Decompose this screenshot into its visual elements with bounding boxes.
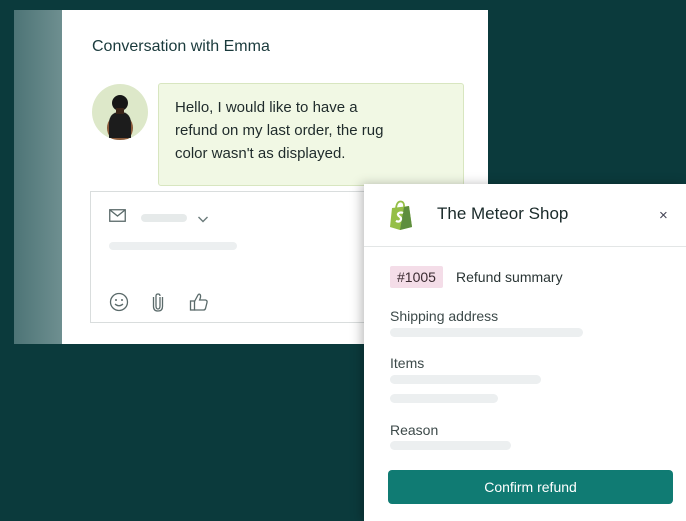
shopify-logo-icon xyxy=(388,200,415,235)
conversation-title: Conversation with Emma xyxy=(92,38,270,55)
reason-placeholder xyxy=(390,441,511,450)
message-line: color wasn't as displayed. xyxy=(175,145,346,162)
background-strip xyxy=(14,10,62,344)
shipping-address-label: Shipping address xyxy=(390,308,499,324)
emoji-icon[interactable] xyxy=(109,292,129,317)
reply-composer[interactable] xyxy=(90,191,390,323)
thumbs-up-icon[interactable] xyxy=(189,292,209,317)
refund-summary-label: Refund summary xyxy=(456,269,563,285)
paperclip-icon[interactable] xyxy=(151,292,165,317)
shipping-address-placeholder xyxy=(390,328,583,337)
confirm-refund-button[interactable]: Confirm refund xyxy=(388,470,673,504)
message-bubble: Hello, I would like to have a refund on … xyxy=(158,83,464,186)
shop-panel: The Meteor Shop × #1005 Refund summary S… xyxy=(364,184,686,521)
item-placeholder xyxy=(390,375,541,384)
item-placeholder xyxy=(390,394,498,403)
items-label: Items xyxy=(390,355,425,371)
order-number-badge: #1005 xyxy=(390,266,443,288)
channel-selector-placeholder[interactable] xyxy=(141,214,187,222)
shop-name: The Meteor Shop xyxy=(437,204,569,223)
shop-header: The Meteor Shop × xyxy=(364,184,686,247)
reply-text-placeholder[interactable] xyxy=(109,242,237,250)
chevron-down-icon[interactable] xyxy=(197,211,209,229)
reason-label: Reason xyxy=(390,422,439,438)
mail-icon[interactable] xyxy=(109,209,126,227)
message-line: Hello, I would like to have a xyxy=(175,99,358,116)
avatar xyxy=(92,84,148,140)
close-icon[interactable]: × xyxy=(659,208,668,223)
message-line: refund on my last order, the rug xyxy=(175,122,384,139)
